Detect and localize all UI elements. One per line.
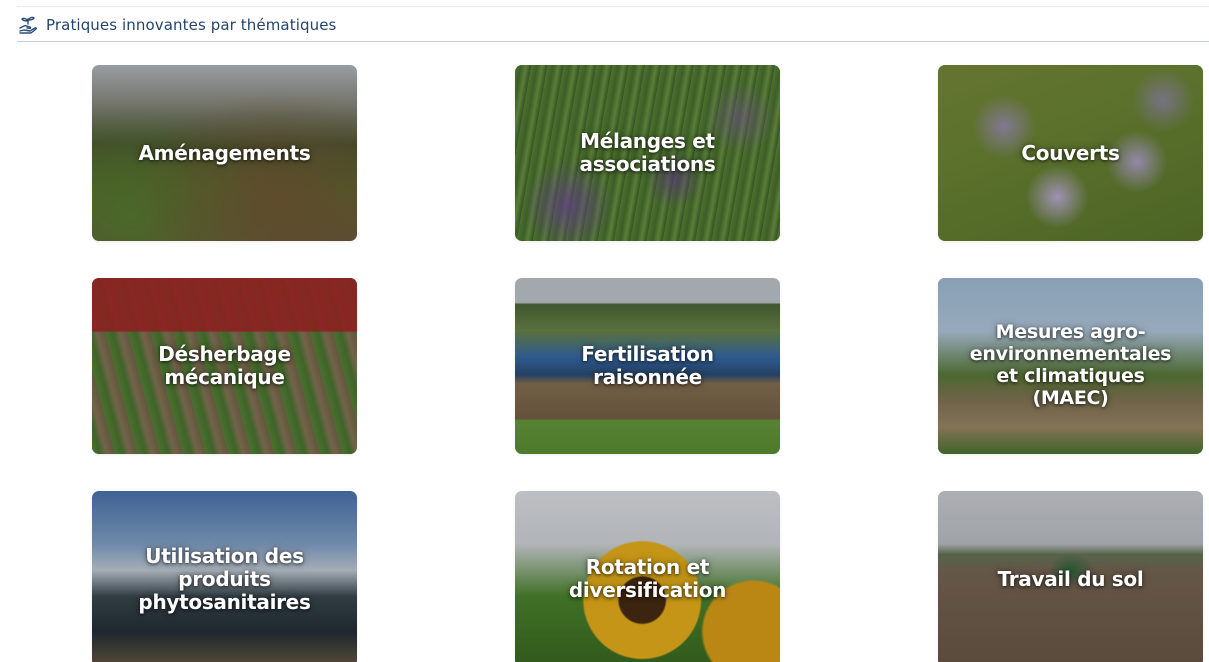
card-label: Couverts	[1021, 140, 1120, 165]
card-label: Mesures agro-environnementales et climat…	[969, 321, 1172, 409]
section-header: Pratiques innovantes par thématiques	[18, 15, 336, 35]
card-label: Fertilisation raisonnée	[581, 342, 714, 389]
hand-plant-icon	[18, 15, 38, 35]
card-amenagements[interactable]: Aménagements	[92, 65, 357, 241]
card-label: Travail du sol	[997, 566, 1144, 591]
card-label: Aménagements	[138, 140, 311, 165]
page: Pratiques innovantes par thématiques Amé…	[0, 0, 1209, 662]
card-rotation-diversification[interactable]: Rotation et diversification	[515, 491, 780, 662]
card-melanges-associations[interactable]: Mélanges et associations	[515, 65, 780, 241]
card-produits-phytosanitaires[interactable]: Utilisation des produits phytosanitaires	[92, 491, 357, 662]
card-label: Désherbage mécanique	[158, 342, 291, 389]
card-label: Utilisation des produits phytosanitaires	[138, 543, 311, 614]
section-title: Pratiques innovantes par thématiques	[46, 16, 337, 34]
card-label: Mélanges et associations	[579, 129, 716, 176]
top-divider	[17, 6, 1209, 7]
card-fertilisation-raisonnee[interactable]: Fertilisation raisonnée	[515, 278, 780, 454]
card-desherbage-mecanique[interactable]: Désherbage mécanique	[92, 278, 357, 454]
card-couverts[interactable]: Couverts	[938, 65, 1203, 241]
card-maec[interactable]: Mesures agro-environnementales et climat…	[938, 278, 1203, 454]
card-travail-du-sol[interactable]: Travail du sol	[938, 491, 1203, 662]
card-label: Rotation et diversification	[568, 555, 727, 602]
header-divider	[17, 41, 1209, 42]
